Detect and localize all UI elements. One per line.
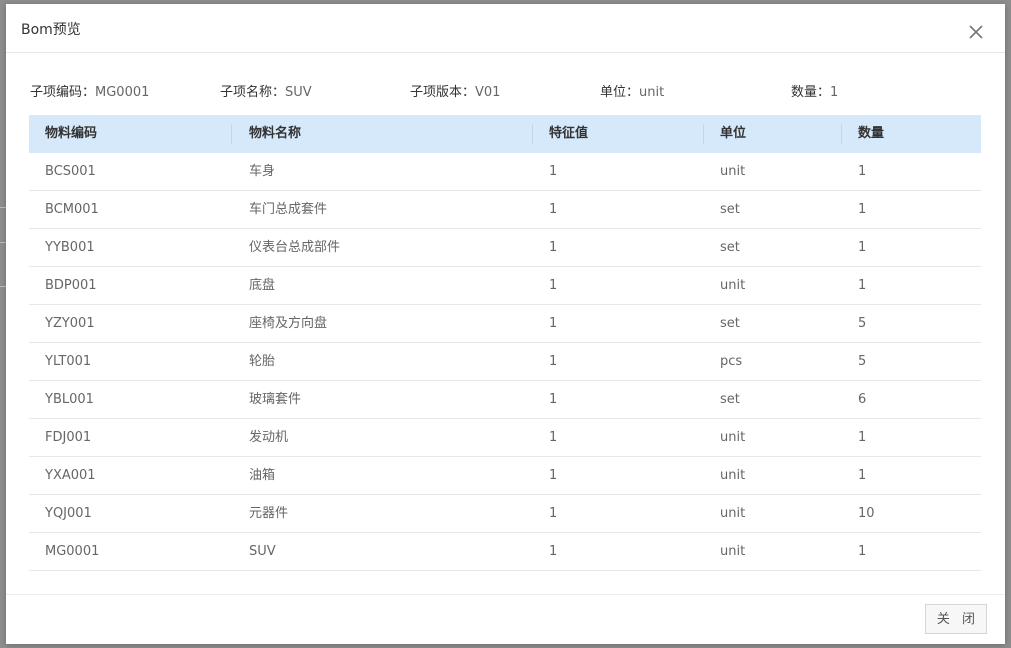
cell-material-name: 底盘 — [249, 278, 276, 293]
cell-material-code: YQJ001 — [45, 506, 92, 521]
column-divider — [703, 124, 704, 144]
cell-material-code: YBL001 — [45, 392, 94, 407]
cell-quantity: 1 — [858, 240, 867, 255]
cell-material-name: 座椅及方向盘 — [249, 316, 328, 331]
cell-quantity: 5 — [858, 316, 867, 331]
table-row[interactable]: MG0001 SUV 1 unit 1 — [29, 533, 981, 571]
info-item-unit: 单位：unit — [600, 81, 664, 100]
cell-material-code: YZY001 — [45, 316, 95, 331]
cell-feature-value: 1 — [549, 240, 558, 255]
cell-material-name: 玻璃套件 — [249, 392, 302, 407]
column-header-unit[interactable]: 单位 — [720, 115, 746, 153]
cell-feature-value: 1 — [549, 278, 558, 293]
cell-unit: unit — [720, 468, 746, 483]
column-divider — [841, 124, 842, 144]
column-header-feature-value[interactable]: 特征值 — [549, 115, 588, 153]
cell-material-code: MG0001 — [45, 544, 100, 559]
cell-material-name: 发动机 — [249, 430, 289, 445]
cell-feature-value: 1 — [549, 316, 558, 331]
cell-quantity: 1 — [858, 430, 867, 445]
cell-material-code: YYB001 — [45, 240, 95, 255]
info-item-code: 子项编码：MG0001 — [30, 81, 149, 100]
bom-preview-dialog: Bom预览 子项编码：MG0001 子项名称：SUV 子项版本：V01 单位：u… — [6, 4, 1005, 644]
column-header-quantity[interactable]: 数量 — [858, 115, 884, 153]
cell-quantity: 1 — [858, 164, 867, 179]
table-row[interactable]: YXA001 油箱 1 unit 1 — [29, 457, 981, 495]
dialog-title: Bom预览 — [21, 22, 81, 38]
table-body: BCS001 车身 1 unit 1 BCM001 车门总成套件 1 set 1 YYB001 仪表台… — [29, 153, 981, 571]
info-item-qty: 数量：1 — [791, 81, 838, 100]
cell-quantity: 1 — [858, 202, 867, 217]
footer-divider — [6, 594, 1005, 595]
column-divider — [532, 124, 533, 144]
cell-material-name: 轮胎 — [249, 354, 276, 369]
info-unit-label: 单位： — [600, 85, 640, 100]
cell-unit: set — [720, 392, 740, 407]
table-row[interactable]: YLT001 轮胎 1 pcs 5 — [29, 343, 981, 381]
table-row[interactable]: FDJ001 发动机 1 unit 1 — [29, 419, 981, 457]
cell-feature-value: 1 — [549, 506, 558, 521]
cell-material-code: BCS001 — [45, 164, 96, 179]
table-header: 物料编码 物料名称 特征值 单位 数量 — [29, 115, 981, 153]
cell-material-name: 车身 — [249, 164, 276, 179]
cell-quantity: 10 — [858, 506, 875, 521]
table-row[interactable]: BCM001 车门总成套件 1 set 1 — [29, 191, 981, 229]
cell-unit: pcs — [720, 354, 743, 369]
cell-quantity: 1 — [858, 544, 867, 559]
column-header-material-name[interactable]: 物料名称 — [249, 115, 301, 153]
cell-material-name: 车门总成套件 — [249, 202, 328, 217]
cell-material-name: 仪表台总成部件 — [249, 240, 341, 255]
table-row[interactable]: YQJ001 元器件 1 unit 10 — [29, 495, 981, 533]
cell-unit: set — [720, 202, 740, 217]
info-item-name: 子项名称：SUV — [220, 81, 312, 100]
cell-material-code: YLT001 — [45, 354, 92, 369]
cell-feature-value: 1 — [549, 392, 558, 407]
cell-feature-value: 1 — [549, 468, 558, 483]
info-code-value: MG0001 — [95, 85, 150, 100]
table-row[interactable]: BCS001 车身 1 unit 1 — [29, 153, 981, 191]
close-button[interactable]: 关 闭 — [925, 604, 987, 634]
cell-unit: unit — [720, 544, 746, 559]
close-icon[interactable] — [964, 20, 988, 44]
info-qty-value: 1 — [830, 85, 839, 100]
table-row[interactable]: YZY001 座椅及方向盘 1 set 5 — [29, 305, 981, 343]
cell-unit: set — [720, 316, 740, 331]
cell-unit: unit — [720, 164, 746, 179]
cell-material-code: BDP001 — [45, 278, 97, 293]
cell-material-name: SUV — [249, 544, 276, 559]
cell-unit: set — [720, 240, 740, 255]
cell-unit: unit — [720, 278, 746, 293]
info-version-label: 子项版本： — [410, 85, 476, 100]
cell-feature-value: 1 — [549, 164, 558, 179]
cell-material-code: FDJ001 — [45, 430, 92, 445]
cell-material-code: YXA001 — [45, 468, 96, 483]
info-name-label: 子项名称： — [220, 85, 286, 100]
info-version-value: V01 — [475, 85, 501, 100]
cell-quantity: 5 — [858, 354, 867, 369]
cell-material-name: 元器件 — [249, 506, 289, 521]
table-row[interactable]: YYB001 仪表台总成部件 1 set 1 — [29, 229, 981, 267]
info-qty-label: 数量： — [791, 85, 831, 100]
cell-feature-value: 1 — [549, 544, 558, 559]
table-row[interactable]: YBL001 玻璃套件 1 set 6 — [29, 381, 981, 419]
cell-feature-value: 1 — [549, 354, 558, 369]
cell-unit: unit — [720, 430, 746, 445]
cell-material-name: 油箱 — [249, 468, 276, 483]
cell-material-code: BCM001 — [45, 202, 99, 217]
info-code-label: 子项编码： — [30, 85, 96, 100]
cell-feature-value: 1 — [549, 202, 558, 217]
column-header-material-code[interactable]: 物料编码 — [45, 115, 97, 153]
cell-quantity: 1 — [858, 468, 867, 483]
cell-feature-value: 1 — [549, 430, 558, 445]
info-unit-value: unit — [639, 85, 665, 100]
info-name-value: SUV — [285, 85, 312, 100]
cell-quantity: 6 — [858, 392, 867, 407]
table-row[interactable]: BDP001 底盘 1 unit 1 — [29, 267, 981, 305]
info-item-version: 子项版本：V01 — [410, 81, 500, 100]
cell-unit: unit — [720, 506, 746, 521]
cell-quantity: 1 — [858, 278, 867, 293]
column-divider — [231, 124, 232, 144]
dialog-header: Bom预览 — [6, 4, 1005, 53]
